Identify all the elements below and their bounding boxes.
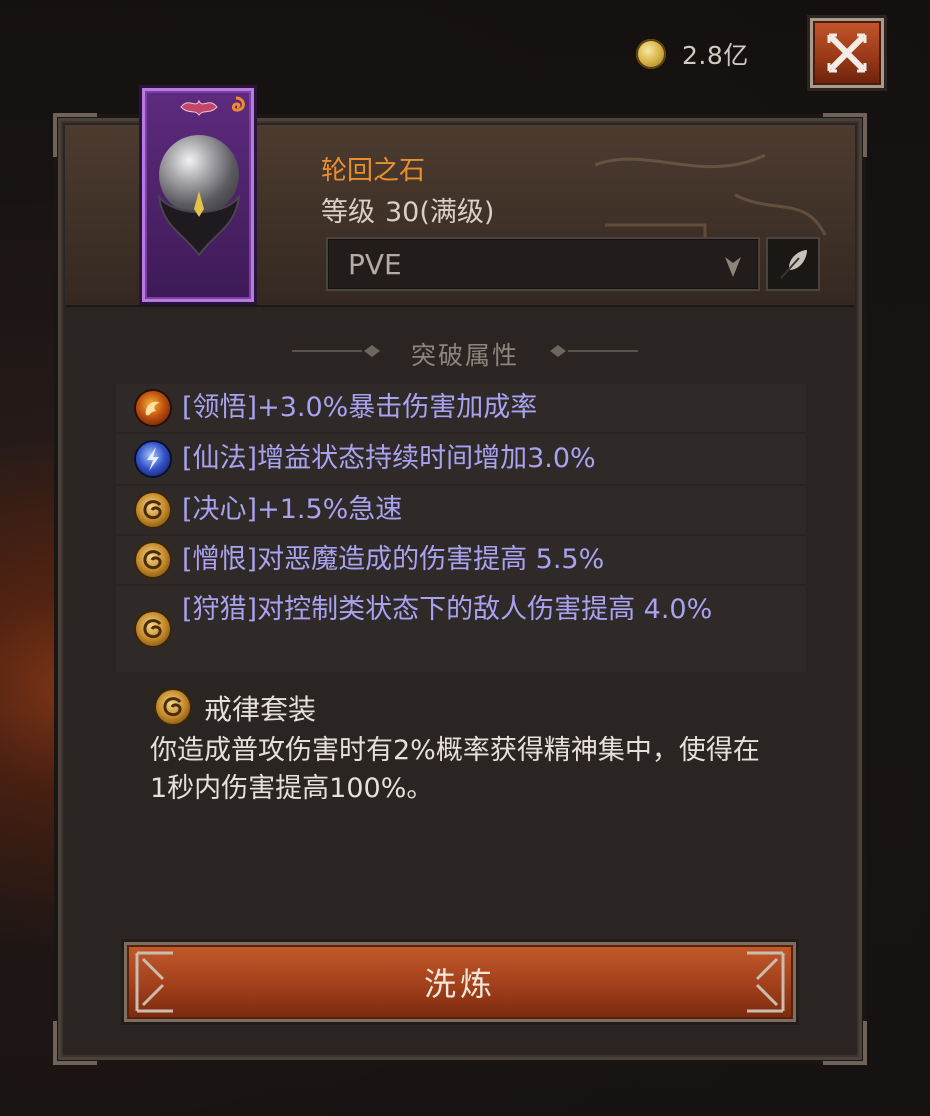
level-label: 等级 — [321, 197, 375, 228]
swirl-emblem-icon — [231, 96, 245, 112]
attribute-row: [领悟]+3.0%暴击伤害加成率 — [116, 384, 806, 432]
refine-button[interactable]: 洗炼 — [124, 942, 796, 1022]
mode-select-value: PVE — [348, 247, 402, 281]
attribute-row: [仙法]增益状态持续时间增加3.0% — [116, 434, 806, 484]
attribute-text: [狩猎]对控制类状态下的敌人伤害提高 4.0% — [182, 594, 713, 625]
close-button[interactable] — [810, 18, 884, 88]
mode-select-dropdown[interactable]: PVE — [326, 237, 760, 291]
gold-coin-icon — [636, 39, 666, 69]
button-corner-ornament — [135, 951, 173, 1013]
panel-corner-ornament — [53, 1021, 97, 1065]
refine-button-label: 洗炼 — [423, 965, 496, 1003]
button-corner-ornament — [747, 951, 785, 1013]
set-bonus-description: 你造成普攻伤害时有2%概率获得精神集中，使得在1秒内伤害提高100%。 — [150, 735, 760, 804]
gold-spiral-icon — [136, 612, 170, 646]
edit-button[interactable] — [766, 237, 820, 291]
gold-spiral-icon — [136, 493, 170, 527]
attribute-row: [憎恨]对恶魔造成的伤害提高 5.5% — [116, 536, 806, 584]
item-name: 轮回之石 — [321, 156, 426, 186]
orb-setting-icon — [157, 191, 241, 257]
level-value: 30(满级) — [385, 197, 495, 228]
item-card[interactable] — [142, 88, 254, 302]
attribute-row: [决心]+1.5%急速 — [116, 486, 806, 534]
section-divider-ornament — [550, 345, 638, 357]
attribute-text: [领悟]+3.0%暴击伤害加成率 — [182, 392, 538, 423]
lightning-icon — [136, 442, 170, 476]
chevron-down-icon — [725, 257, 741, 277]
gold-spiral-icon — [156, 690, 190, 724]
crest-icon — [180, 99, 218, 116]
currency-amount: 2.8亿 — [682, 41, 749, 70]
set-bonus-name: 戒律套装 — [204, 693, 317, 726]
panel-corner-ornament — [823, 1021, 867, 1065]
attribute-text: [决心]+1.5%急速 — [182, 494, 403, 525]
item-level: 等级 30(满级) — [321, 190, 494, 229]
attribute-row: [狩猎]对控制类状态下的敌人伤害提高 4.0% — [116, 586, 806, 672]
fire-swirl-icon — [136, 391, 170, 425]
currency-display: 2.8亿 — [636, 36, 749, 72]
attribute-text: [憎恨]对恶魔造成的伤害提高 5.5% — [182, 544, 605, 575]
attribute-text: [仙法]增益状态持续时间增加3.0% — [182, 443, 596, 474]
section-title: 突破属性 — [410, 341, 519, 370]
feather-quill-icon — [780, 250, 807, 279]
close-x-icon — [827, 33, 867, 73]
gold-spiral-icon — [136, 543, 170, 577]
